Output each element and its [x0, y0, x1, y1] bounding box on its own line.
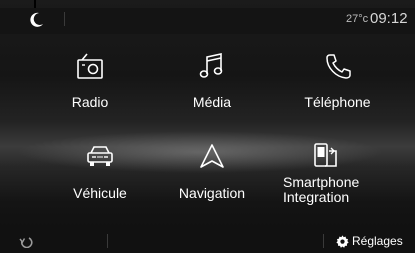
phone-label: Téléphone	[304, 94, 371, 110]
radio-label: Radio	[71, 94, 109, 110]
navigation-label: Navigation	[178, 185, 246, 201]
gear-icon	[336, 234, 349, 248]
phone-icon	[325, 54, 351, 79]
home-screen: 27°c 09:12 Radio Média Téléphone Véhicul…	[0, 0, 415, 253]
smartphone-label-line1: Smartphone	[283, 174, 360, 190]
bottom-divider	[107, 234, 108, 248]
navigation-arrow-icon	[200, 144, 224, 168]
settings-button[interactable]: Réglages	[336, 233, 403, 249]
media-button[interactable]: Média	[177, 52, 247, 110]
vehicle-button[interactable]: Véhicule	[55, 143, 145, 201]
settings-label: Réglages	[352, 234, 403, 248]
music-note-icon	[199, 53, 223, 78]
back-icon[interactable]	[19, 236, 33, 248]
bottom-divider	[323, 234, 324, 248]
smartphone-label-line2: Integration	[283, 189, 350, 205]
status-divider	[64, 12, 65, 26]
smartphone-integration-button[interactable]: Smartphone Integration	[283, 142, 373, 205]
phone-button[interactable]: Téléphone	[290, 52, 385, 110]
smartphone-integration-icon	[314, 143, 337, 167]
temperature-readout: 27°c	[346, 13, 369, 25]
radio-button[interactable]: Radio	[55, 52, 125, 110]
callout-line	[34, 0, 36, 8]
vehicle-label: Véhicule	[73, 185, 127, 201]
radio-icon	[77, 53, 103, 79]
navigation-button[interactable]: Navigation	[169, 142, 255, 201]
car-icon	[87, 146, 113, 166]
moon-icon[interactable]	[30, 12, 44, 28]
clock: 09:12	[370, 10, 408, 27]
media-label: Média	[192, 94, 232, 110]
